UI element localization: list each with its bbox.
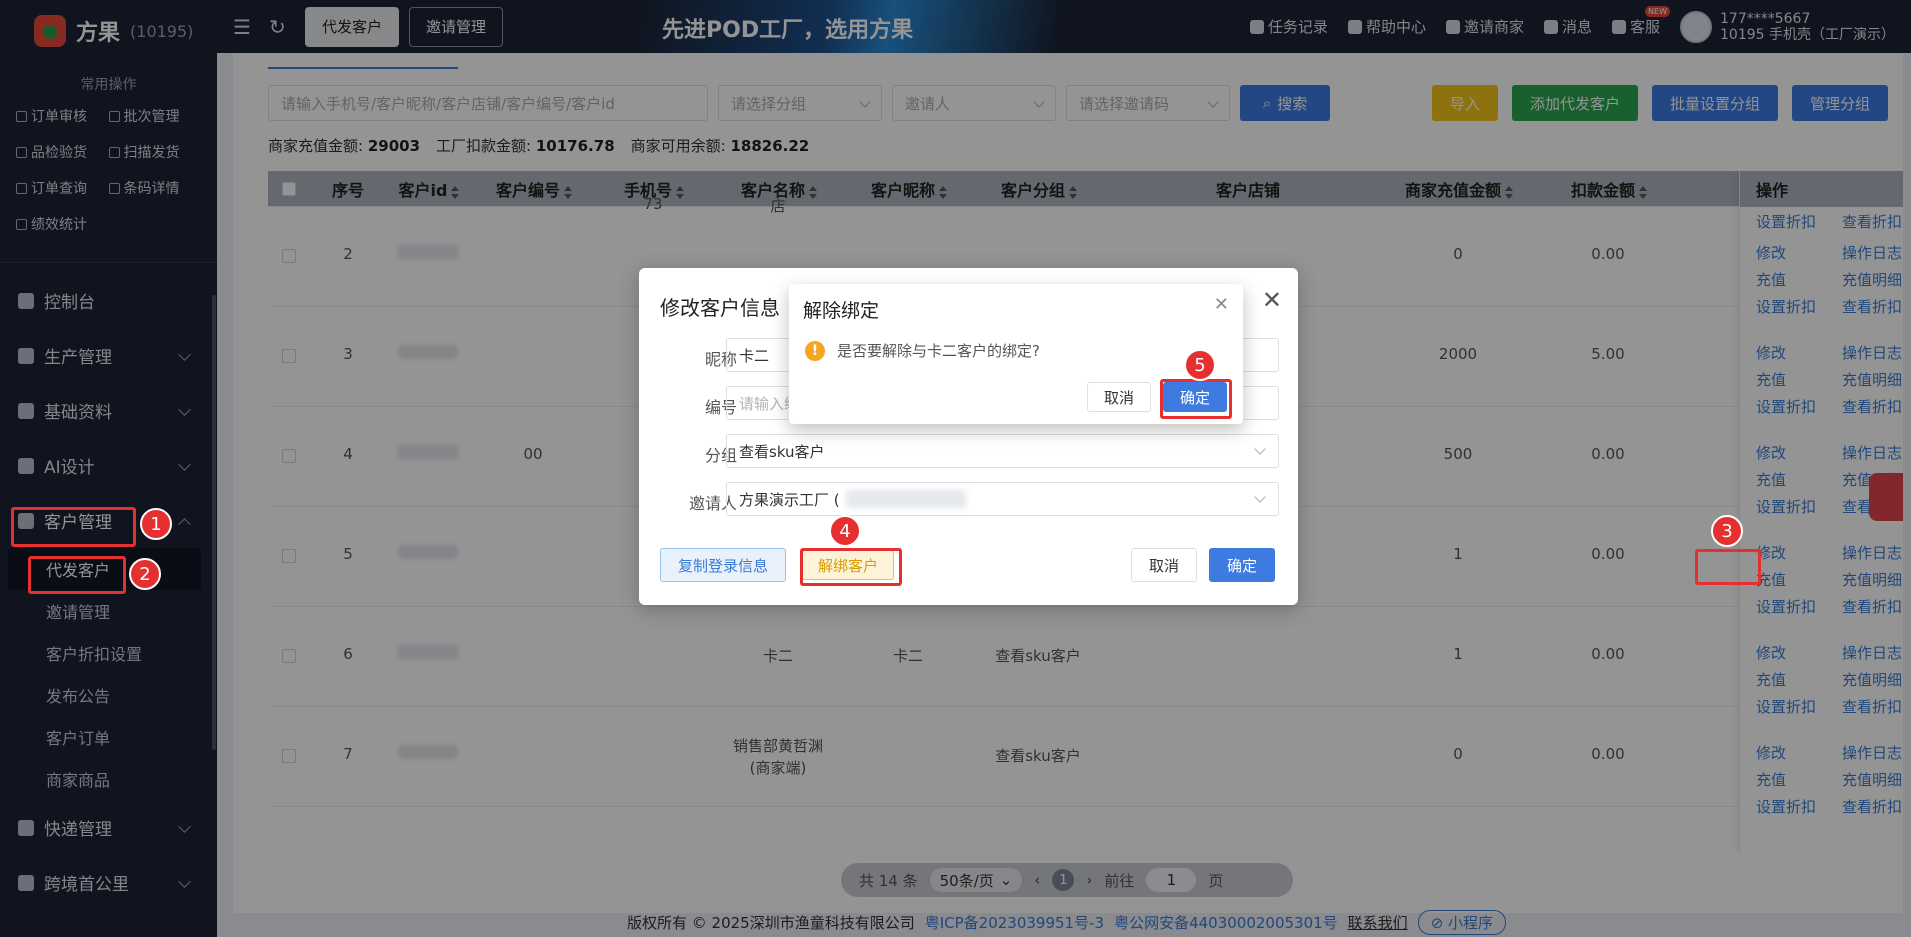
inviter-select[interactable]: 方果演示工厂 ( xyxy=(726,482,1279,516)
highlight-dropship-customer xyxy=(28,556,126,594)
popup-cancel-button[interactable]: 取消 xyxy=(1087,382,1151,412)
copy-login-info-button[interactable]: 复制登录信息 xyxy=(660,548,786,582)
step-badge-4: 4 xyxy=(829,515,861,547)
warning-icon: ! xyxy=(805,340,825,361)
step-badge-2: 2 xyxy=(129,558,161,590)
step-badge-1: 1 xyxy=(140,508,172,540)
form-row-inviter: 邀请人 方果演示工厂 ( xyxy=(639,482,1298,516)
blurred-text xyxy=(845,490,966,508)
close-icon[interactable]: ✕ xyxy=(1214,294,1229,315)
popup-message: ! 是否要解除与卡二客户的绑定? xyxy=(805,340,1040,361)
popup-title: 解除绑定 xyxy=(803,300,880,322)
chevron-down-icon xyxy=(1254,491,1266,503)
dialog-title: 修改客户信息 xyxy=(660,296,780,320)
dialog-cancel-button[interactable]: 取消 xyxy=(1131,548,1197,582)
dialog-confirm-button[interactable]: 确定 xyxy=(1209,548,1275,582)
group-select[interactable]: 查看sku客户 xyxy=(726,434,1279,468)
form-row-group: 分组 查看sku客户 xyxy=(639,434,1298,468)
highlight-edit-link xyxy=(1695,549,1761,585)
chevron-down-icon xyxy=(1254,443,1266,455)
highlight-unbind-button xyxy=(800,548,902,586)
highlight-confirm-button xyxy=(1160,379,1232,419)
close-icon[interactable]: ✕ xyxy=(1262,286,1282,314)
step-badge-3: 3 xyxy=(1711,515,1743,547)
highlight-customer-manage xyxy=(11,507,136,547)
step-badge-5: 5 xyxy=(1184,349,1216,381)
